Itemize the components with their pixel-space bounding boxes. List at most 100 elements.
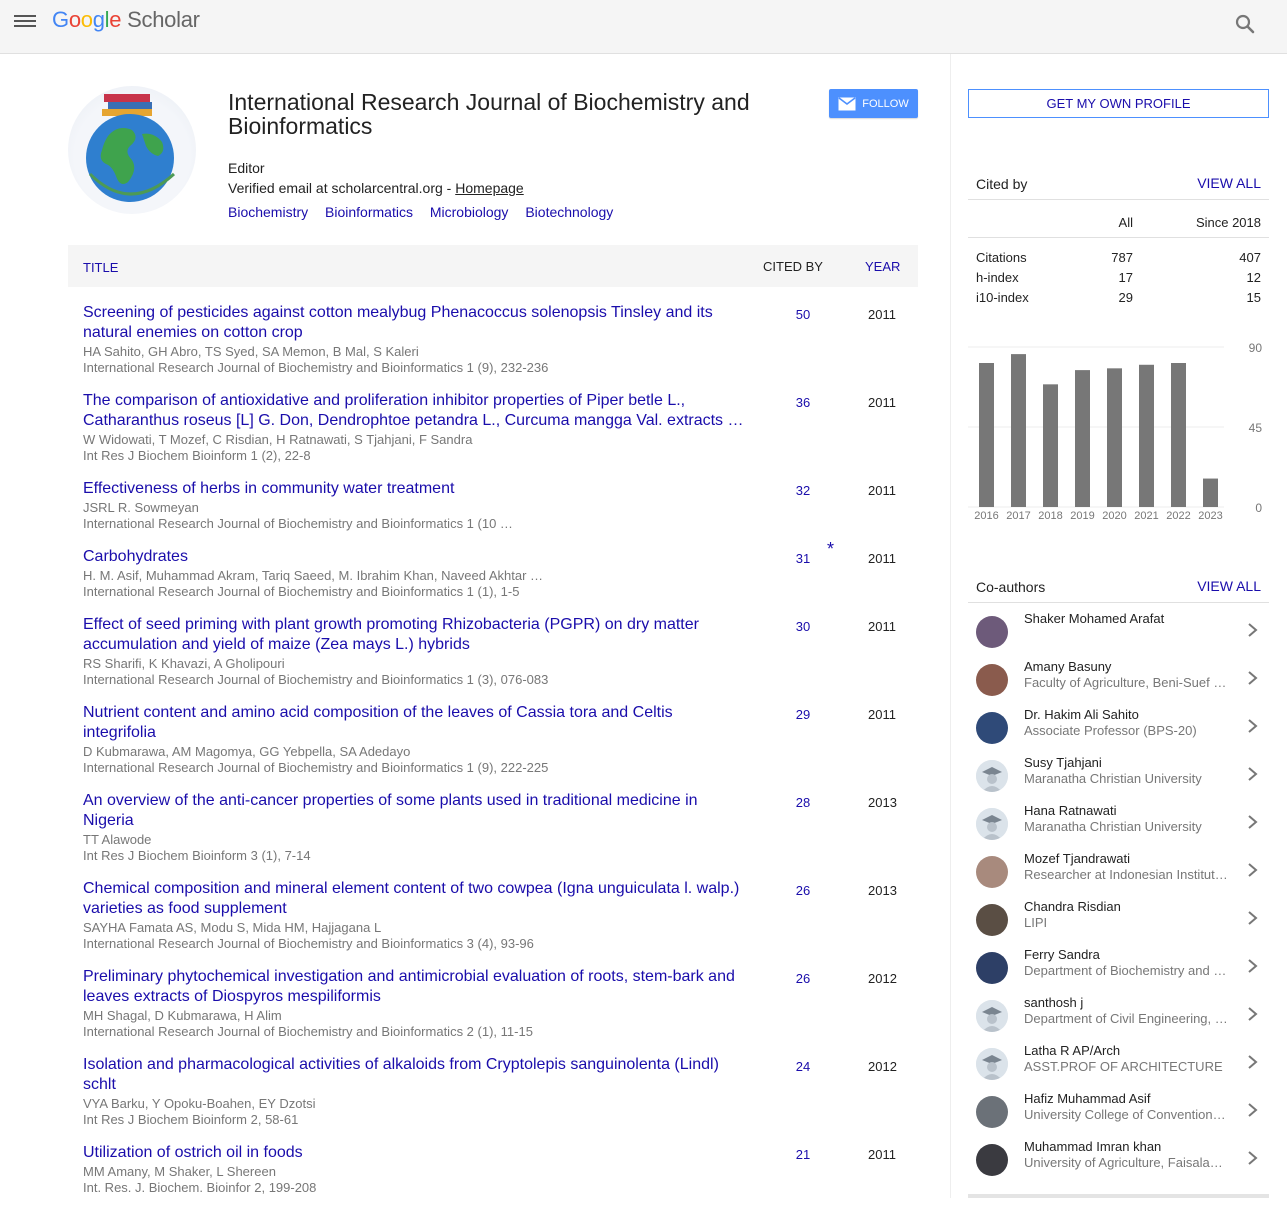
coauthors-header: Co-authors VIEW ALL <box>968 569 1269 603</box>
coauthor-item[interactable]: Hana Ratnawati Maranatha Christian Univer… <box>968 798 1269 846</box>
coauthor-item[interactable]: Dr. Hakim Ali Sahito Associate Professor … <box>968 702 1269 750</box>
coauthor-avatar <box>976 1048 1008 1080</box>
chart-bar-2017[interactable] <box>1011 354 1026 507</box>
article-year: 2011 <box>868 307 896 322</box>
profile-affiliation: Editor <box>228 160 265 176</box>
cited-count[interactable]: 24 <box>783 1059 823 1074</box>
default-user-icon <box>976 1048 1008 1080</box>
table-row: Carbohydrates H. M. Asif, Muhammad Akram… <box>68 539 918 615</box>
chart-bar-2021[interactable] <box>1139 364 1154 507</box>
chevron-right-icon <box>1248 1151 1258 1165</box>
article-authors: HA Sahito, GH Abro, TS Syed, SA Memon, B… <box>83 344 419 359</box>
chart-bar-2016[interactable] <box>979 363 994 507</box>
article-title[interactable]: An overview of the anti-cancer propertie… <box>83 791 748 831</box>
cited-count[interactable]: 50 <box>783 307 823 322</box>
table-row: Nutrient content and amino acid composit… <box>68 703 918 791</box>
cited-count[interactable]: 30 <box>783 619 823 634</box>
cited-count[interactable]: 36 <box>783 395 823 410</box>
article-title[interactable]: Chemical composition and mineral element… <box>83 879 748 919</box>
cited-by-header: Cited by VIEW ALL <box>968 166 1269 200</box>
table-row: Chemical composition and mineral element… <box>68 879 918 967</box>
sort-by-title[interactable]: TITLE <box>83 260 118 275</box>
cited-count[interactable]: 26 <box>783 883 823 898</box>
x-tick-label: 2017 <box>1006 510 1030 522</box>
interest-biotechnology[interactable]: Biotechnology <box>525 204 613 220</box>
coauthor-item[interactable]: Mozef Tjandrawati Researcher at Indonesia… <box>968 846 1269 894</box>
table-row: Screening of pesticides against cotton m… <box>68 303 918 391</box>
profile-header: International Research Journal of Bioche… <box>68 86 918 226</box>
coauthor-item[interactable]: Ferry Sandra Department of Biochemistry a… <box>968 942 1269 990</box>
coauthors-view-all-link[interactable]: VIEW ALL <box>1197 578 1261 594</box>
interest-biochemistry[interactable]: Biochemistry <box>228 204 308 220</box>
homepage-link[interactable]: Homepage <box>455 180 524 196</box>
table-row: Effect of seed priming with plant growth… <box>68 615 918 703</box>
coauthor-item[interactable]: Muhammad Imran khan University of Agricul… <box>968 1134 1269 1182</box>
search-icon[interactable] <box>1233 12 1257 36</box>
article-title[interactable]: Preliminary phytochemical investigation … <box>83 967 748 1007</box>
cited-count[interactable]: 31 <box>783 551 823 566</box>
article-title[interactable]: Nutrient content and amino acid composit… <box>83 703 748 743</box>
article-year: 2011 <box>868 707 896 722</box>
cited-count[interactable]: 21 <box>783 1147 823 1162</box>
coauthor-item[interactable]: Hafiz Muhammad Asif University College of… <box>968 1086 1269 1134</box>
coauthor-item[interactable]: santhosh j Department of Civil Engineerin… <box>968 990 1269 1038</box>
stats-row-i10-index: i10-index 29 15 <box>976 290 1261 305</box>
citation-stats-table: All Since 2018 Citations 787 407 h-index… <box>968 209 1269 306</box>
chart-bar-2018[interactable] <box>1043 384 1058 507</box>
follow-button[interactable]: FOLLOW <box>829 89 918 118</box>
cited-count[interactable]: 28 <box>783 795 823 810</box>
article-title[interactable]: Screening of pesticides against cotton m… <box>83 303 748 343</box>
chart-bar-2020[interactable] <box>1107 368 1122 507</box>
articles-table-header: TITLE CITED BY YEAR <box>68 245 918 287</box>
cited-count[interactable]: 29 <box>783 707 823 722</box>
default-user-icon <box>976 808 1008 840</box>
coauthor-item[interactable]: Chandra Risdian LIPI <box>968 894 1269 942</box>
cited-count[interactable]: 26 <box>783 971 823 986</box>
article-venue: Int Res J Biochem Bioinform 2, 58-61 <box>83 1112 299 1127</box>
article-venue: International Research Journal of Bioche… <box>83 1024 533 1039</box>
interest-bioinformatics[interactable]: Bioinformatics <box>325 204 413 220</box>
article-title[interactable]: Effect of seed priming with plant growth… <box>83 615 748 655</box>
coauthor-item[interactable]: Shaker Mohamed Arafat <box>968 606 1269 654</box>
get-my-own-profile-button[interactable]: GET MY OWN PROFILE <box>968 89 1269 118</box>
chevron-right-icon <box>1248 911 1258 925</box>
article-title[interactable]: Isolation and pharmacological activities… <box>83 1055 748 1095</box>
cited-count[interactable]: 32 <box>783 483 823 498</box>
article-venue: International Research Journal of Bioche… <box>83 360 549 375</box>
coauthor-item[interactable]: Latha R AP/Arch ASST.PROF OF ARCHITECTURE <box>968 1038 1269 1086</box>
article-year: 2011 <box>868 395 896 410</box>
interest-microbiology[interactable]: Microbiology <box>430 204 509 220</box>
table-row: Utilization of ostrich oil in foods MM A… <box>68 1143 918 1211</box>
article-year: 2011 <box>868 619 896 634</box>
google-scholar-logo[interactable]: Google Scholar <box>52 7 200 33</box>
article-title[interactable]: Carbohydrates <box>83 547 748 567</box>
article-authors: MM Amany, M Shaker, L Shereen <box>83 1164 276 1179</box>
cited-by-header[interactable]: CITED BY <box>763 259 823 274</box>
article-title[interactable]: The comparison of antioxidative and prol… <box>83 391 748 431</box>
article-year: 2011 <box>868 483 896 498</box>
chart-bar-2019[interactable] <box>1075 370 1090 507</box>
article-venue: International Research Journal of Bioche… <box>83 584 520 599</box>
coauthor-avatar <box>976 808 1008 840</box>
table-row: Isolation and pharmacological activities… <box>68 1055 918 1143</box>
article-authors: VYA Barku, Y Opoku-Boahen, EY Dzotsi <box>83 1096 316 1111</box>
chart-bar-2022[interactable] <box>1171 363 1186 507</box>
chevron-right-icon <box>1248 959 1258 973</box>
article-title[interactable]: Effectiveness of herbs in community wate… <box>83 479 748 499</box>
table-row: An overview of the anti-cancer propertie… <box>68 791 918 879</box>
x-tick-label: 2023 <box>1198 510 1222 522</box>
coauthor-avatar <box>976 904 1008 936</box>
article-year: 2011 <box>868 551 896 566</box>
globe-books-image <box>86 94 176 202</box>
coauthor-avatar <box>976 760 1008 792</box>
merged-citations-star[interactable]: * <box>827 539 834 560</box>
sort-by-year[interactable]: YEAR <box>865 259 900 274</box>
coauthor-item[interactable]: Susy Tjahjani Maranatha Christian Univers… <box>968 750 1269 798</box>
chevron-right-icon <box>1248 623 1258 637</box>
cited-by-view-all-link[interactable]: VIEW ALL <box>1197 175 1261 191</box>
hamburger-menu-icon[interactable] <box>14 12 36 30</box>
chart-bar-2023[interactable] <box>1203 478 1218 507</box>
article-title[interactable]: Utilization of ostrich oil in foods <box>83 1143 748 1163</box>
coauthor-item[interactable]: Amany Basuny Faculty of Agriculture, Beni… <box>968 654 1269 702</box>
table-row: Effectiveness of herbs in community wate… <box>68 479 918 547</box>
